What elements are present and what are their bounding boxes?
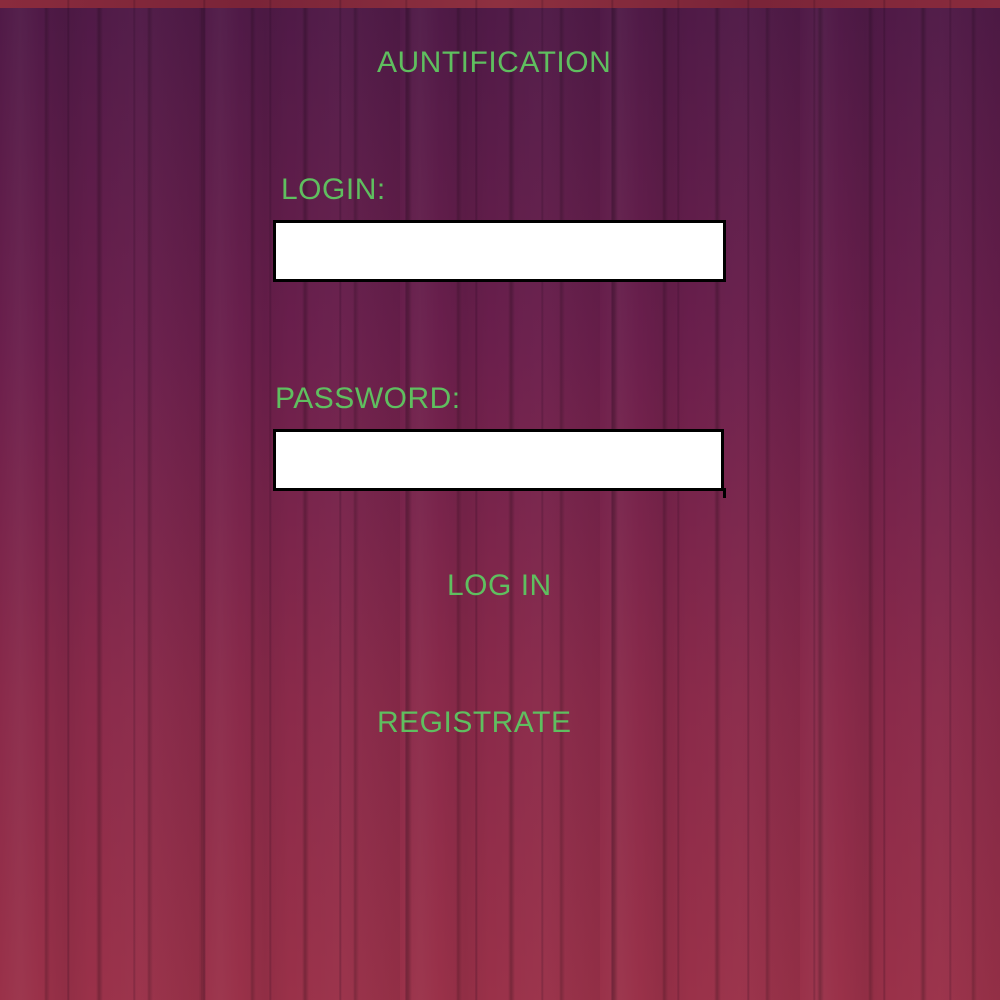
- wood-plank-texture: [0, 0, 1000, 1000]
- page-title: AUNTIFICATION: [377, 46, 612, 79]
- log-in-button[interactable]: LOG IN: [447, 571, 552, 601]
- password-input[interactable]: [273, 429, 724, 491]
- registrate-link[interactable]: REGISTRATE: [377, 708, 571, 738]
- password-label: PASSWORD:: [275, 382, 461, 415]
- field-corner-mark: [723, 488, 726, 498]
- login-label: LOGIN:: [281, 173, 386, 206]
- login-input[interactable]: [273, 220, 726, 282]
